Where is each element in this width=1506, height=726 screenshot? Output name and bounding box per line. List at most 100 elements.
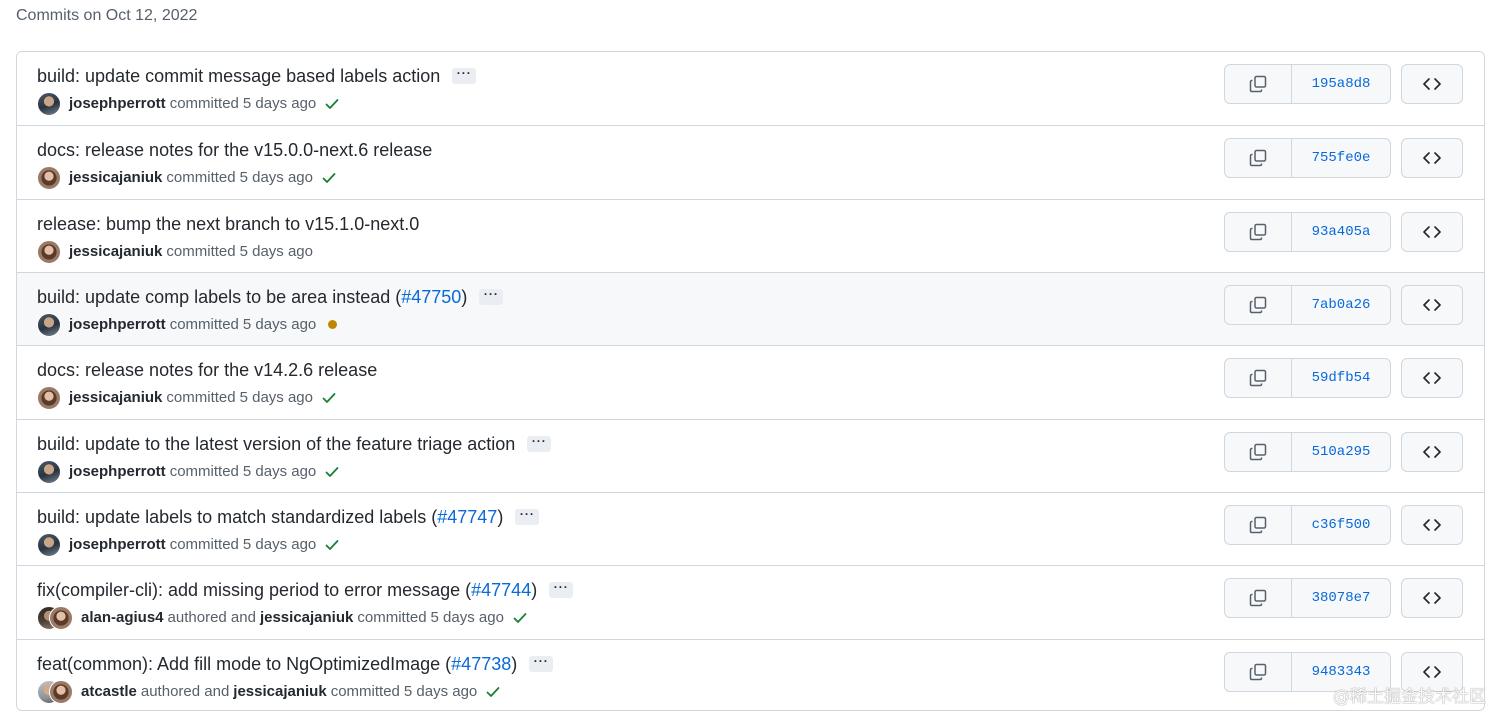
commit-row[interactable]: docs: release notes for the v15.0.0-next… (17, 125, 1484, 199)
ellipsis-icon[interactable]: ··· (529, 655, 554, 672)
commit-row[interactable]: fix(compiler-cli): add missing period to… (17, 565, 1484, 639)
copy-sha-button[interactable] (1225, 212, 1292, 251)
commit-title[interactable]: build: update labels to match standardiz… (37, 506, 540, 528)
avatar-stack[interactable] (37, 679, 73, 704)
author-link[interactable]: alan-agius4 (81, 607, 164, 629)
avatar[interactable] (37, 239, 61, 264)
avatar[interactable] (37, 312, 61, 337)
pull-request-link[interactable]: #47738 (451, 653, 511, 675)
commit-title[interactable]: build: update comp labels to be area ins… (37, 286, 504, 308)
commit-row[interactable]: build: update commit message based label… (17, 52, 1484, 126)
pull-request-link[interactable]: #47747 (437, 506, 497, 528)
check-icon[interactable] (321, 390, 337, 406)
author-link[interactable]: jessicajaniuk (69, 241, 162, 263)
commit-sha-link[interactable]: 59dfb54 (1292, 359, 1390, 397)
check-icon[interactable] (324, 96, 340, 112)
avatar[interactable] (49, 679, 73, 704)
copy-sha-button[interactable] (1225, 65, 1292, 103)
commit-message-link[interactable]: fix(compiler-cli): add missing period to… (37, 579, 471, 601)
avatar-stack[interactable] (37, 312, 61, 337)
avatar[interactable] (37, 459, 61, 484)
copy-sha-button[interactable] (1225, 652, 1292, 691)
relative-time[interactable]: 5 days ago (243, 93, 316, 115)
commit-row[interactable]: feat(common): Add fill mode to NgOptimiz… (17, 638, 1484, 710)
commit-row[interactable]: build: update comp labels to be area ins… (17, 271, 1484, 346)
check-icon[interactable] (485, 684, 501, 700)
avatar[interactable] (37, 166, 61, 191)
commit-sha-link[interactable]: 38078e7 (1292, 579, 1390, 617)
author-link[interactable]: atcastle (81, 681, 137, 703)
check-icon[interactable] (512, 610, 528, 626)
ellipsis-icon[interactable]: ··· (452, 67, 477, 84)
browse-repository-button[interactable] (1401, 138, 1463, 179)
commit-message-link[interactable]: docs: release notes for the v15.0.0-next… (37, 139, 432, 161)
author-link[interactable]: josephperrott (69, 314, 166, 336)
copy-sha-button[interactable] (1225, 285, 1292, 324)
relative-time[interactable]: 5 days ago (240, 241, 313, 263)
copy-sha-button[interactable] (1225, 505, 1292, 544)
commit-sha-link[interactable]: 195a8d8 (1292, 65, 1390, 103)
author-link[interactable]: jessicajaniuk (69, 167, 162, 189)
commit-title[interactable]: feat(common): Add fill mode to NgOptimiz… (37, 653, 554, 675)
commit-row[interactable]: release: bump the next branch to v15.1.0… (17, 198, 1484, 272)
commit-message-link[interactable]: build: update commit message based label… (37, 65, 440, 87)
commit-message-link[interactable]: build: update labels to match standardiz… (37, 506, 437, 528)
browse-repository-button[interactable] (1401, 211, 1463, 252)
commit-sha-link[interactable]: 7ab0a26 (1292, 286, 1390, 324)
avatar[interactable] (37, 92, 61, 116)
avatar-stack[interactable] (37, 532, 61, 557)
ellipsis-icon[interactable]: ··· (527, 435, 552, 452)
commit-sha-link[interactable]: 510a295 (1292, 433, 1390, 471)
commit-message-link[interactable]: build: update to the latest version of t… (37, 433, 515, 455)
copy-sha-button[interactable] (1225, 432, 1292, 471)
avatar-stack[interactable] (37, 606, 73, 631)
relative-time[interactable]: 5 days ago (431, 607, 504, 629)
author-link[interactable]: josephperrott (69, 461, 166, 483)
ellipsis-icon[interactable]: ··· (515, 508, 540, 525)
committer-link[interactable]: jessicajaniuk (233, 681, 326, 703)
avatar-stack[interactable] (37, 92, 61, 116)
commit-row[interactable]: build: update labels to match standardiz… (17, 491, 1484, 566)
commit-title[interactable]: docs: release notes for the v14.2.6 rele… (37, 359, 377, 381)
commit-message-link[interactable]: build: update comp labels to be area ins… (37, 286, 401, 308)
commit-title[interactable]: build: update commit message based label… (37, 65, 477, 87)
commit-sha-link[interactable]: 93a405a (1292, 213, 1390, 251)
commit-title[interactable]: release: bump the next branch to v15.1.0… (37, 213, 419, 235)
relative-time[interactable]: 5 days ago (243, 314, 316, 336)
author-link[interactable]: josephperrott (69, 93, 166, 115)
author-link[interactable]: josephperrott (69, 534, 166, 556)
browse-repository-button[interactable] (1401, 358, 1463, 399)
commit-message-link[interactable]: release: bump the next branch to v15.1.0… (37, 213, 419, 235)
check-icon[interactable] (324, 464, 340, 480)
commit-message-link[interactable]: docs: release notes for the v14.2.6 rele… (37, 359, 377, 381)
committer-link[interactable]: jessicajaniuk (260, 607, 353, 629)
avatar-stack[interactable] (37, 239, 61, 264)
commit-title[interactable]: docs: release notes for the v15.0.0-next… (37, 139, 432, 161)
ellipsis-icon[interactable]: ··· (549, 581, 574, 599)
relative-time[interactable]: 5 days ago (243, 461, 316, 483)
avatar-stack[interactable] (37, 166, 61, 191)
ellipsis-icon[interactable]: ··· (479, 288, 504, 305)
commit-message-link[interactable]: feat(common): Add fill mode to NgOptimiz… (37, 653, 451, 675)
commit-title[interactable]: build: update to the latest version of t… (37, 433, 552, 455)
relative-time[interactable]: 5 days ago (240, 167, 313, 189)
commit-row[interactable]: docs: release notes for the v14.2.6 rele… (17, 345, 1484, 419)
commit-sha-link[interactable]: c36f500 (1292, 506, 1390, 544)
pull-request-link[interactable]: #47744 (471, 579, 531, 601)
author-link[interactable]: jessicajaniuk (69, 387, 162, 409)
pending-dot-icon[interactable] (324, 320, 338, 330)
commit-row[interactable]: build: update to the latest version of t… (17, 418, 1484, 492)
browse-repository-button[interactable] (1401, 578, 1463, 619)
avatar-stack[interactable] (37, 459, 61, 484)
relative-time[interactable]: 5 days ago (240, 387, 313, 409)
avatar[interactable] (49, 606, 73, 631)
copy-sha-button[interactable] (1225, 139, 1292, 178)
check-icon[interactable] (321, 170, 337, 186)
avatar-stack[interactable] (37, 386, 61, 411)
relative-time[interactable]: 5 days ago (243, 534, 316, 556)
pull-request-link[interactable]: #47750 (401, 286, 461, 308)
avatar[interactable] (37, 386, 61, 411)
browse-repository-button[interactable] (1401, 431, 1463, 472)
relative-time[interactable]: 5 days ago (404, 681, 477, 703)
browse-repository-button[interactable] (1401, 504, 1463, 545)
